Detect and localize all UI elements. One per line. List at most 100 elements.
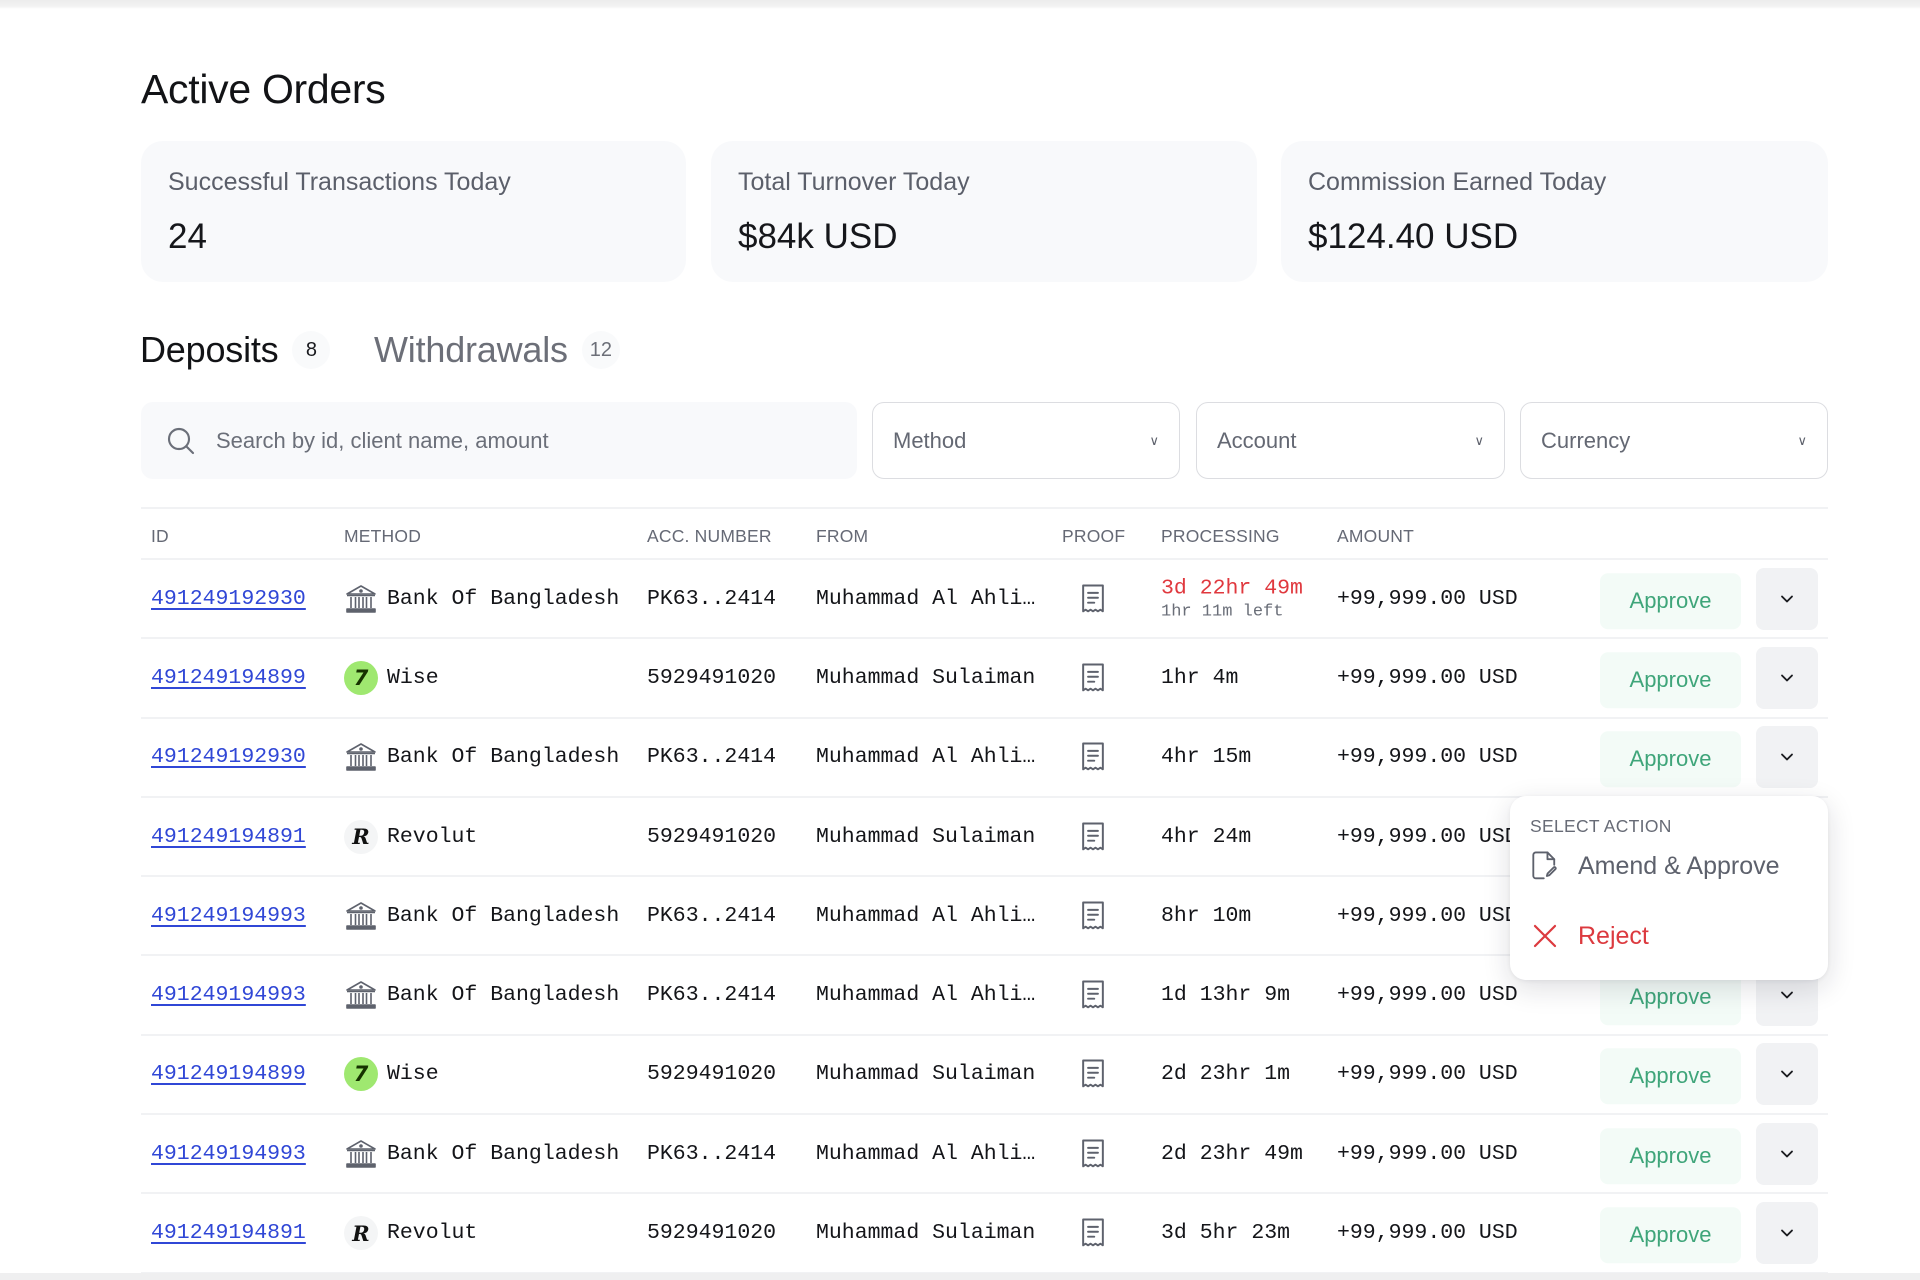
order-id-link[interactable]: 491249192930 xyxy=(151,587,306,611)
approve-button[interactable]: Approve xyxy=(1600,1207,1741,1264)
processing-time-left: 1hr 11m left xyxy=(1161,602,1284,622)
column-header-method: METHOD xyxy=(344,526,422,546)
tab-label: Deposits xyxy=(140,329,279,370)
method-name: Bank Of Bangladesh xyxy=(387,586,620,611)
order-id-link[interactable]: 491249194993 xyxy=(151,983,306,1007)
order-id-link[interactable]: 491249194993 xyxy=(151,1142,306,1166)
stat-card-commission-earned: Commission Earned Today $124.40 USD xyxy=(1281,141,1828,282)
processing-time: 1hr 4m xyxy=(1161,665,1239,690)
chevron-down-icon: ∨ xyxy=(1149,432,1159,448)
receipt-icon[interactable] xyxy=(1078,583,1108,615)
order-id-link[interactable]: 491249194993 xyxy=(151,904,306,928)
wise-icon: 7 xyxy=(344,660,378,695)
amend-approve-menu-item[interactable]: Amend & Approve xyxy=(1530,850,1780,882)
table-row: 491249194993 Bank Of Bangladesh PK63..2414… xyxy=(141,1115,1828,1195)
order-id-link[interactable]: 491249194899 xyxy=(151,1062,306,1086)
method-filter-select[interactable]: Method ∨ xyxy=(872,402,1180,479)
tab-withdrawals[interactable]: Withdrawals 12 xyxy=(374,329,620,371)
currency-filter-select[interactable]: Currency ∨ xyxy=(1520,402,1828,479)
revolut-icon: R xyxy=(344,1216,378,1251)
processing-cell: 4hr 24m xyxy=(1161,825,1251,849)
receipt-icon[interactable] xyxy=(1078,821,1108,853)
method-name: Revolut xyxy=(387,824,478,849)
chevron-down-icon xyxy=(1777,1064,1797,1084)
processing-cell: 8hr 10m xyxy=(1161,904,1251,928)
approve-button[interactable]: Approve xyxy=(1600,1127,1741,1184)
search-input[interactable] xyxy=(216,427,856,454)
amount: +99,999.00 USD xyxy=(1337,665,1518,690)
column-header-acc-number: ACC. NUMBER xyxy=(647,526,772,546)
more-actions-button[interactable] xyxy=(1756,1202,1818,1265)
account-number: 5929491020 xyxy=(647,1062,777,1087)
table-row: 491249194899 7 Wise 5929491020 Muhammad Sula… xyxy=(141,639,1828,719)
processing-time: 2d 23hr 49m xyxy=(1161,1141,1303,1166)
menu-title: SELECT ACTION xyxy=(1530,816,1672,836)
from-name: Muhammad Al Ahli… xyxy=(816,745,1036,770)
chevron-down-icon xyxy=(1777,1144,1797,1164)
chevron-down-icon xyxy=(1777,747,1797,767)
method-name: Bank Of Bangladesh xyxy=(387,903,620,928)
amount: +99,999.00 USD xyxy=(1337,586,1518,611)
table-row: 491249194891 R Revolut 5929491020 Muhammad S… xyxy=(141,1194,1828,1274)
stat-label: Commission Earned Today xyxy=(1308,168,1607,196)
filter-label: Currency xyxy=(1541,427,1631,453)
account-number: PK63..2414 xyxy=(647,1141,777,1166)
filter-label: Account xyxy=(1217,427,1297,453)
table-row: 491249194899 7 Wise 5929491020 Muhammad Sula… xyxy=(141,1036,1828,1116)
approve-button[interactable]: Approve xyxy=(1600,731,1741,788)
row-action-menu: SELECT ACTION Amend & Approve Reject xyxy=(1510,796,1828,980)
receipt-icon[interactable] xyxy=(1078,1138,1108,1170)
revolut-icon: R xyxy=(344,819,378,854)
method-name: Bank Of Bangladesh xyxy=(387,983,620,1008)
more-actions-button[interactable] xyxy=(1756,1043,1818,1106)
tab-label: Withdrawals xyxy=(374,329,568,370)
from-name: Muhammad Sulaiman xyxy=(816,665,1036,690)
method-name: Bank Of Bangladesh xyxy=(387,745,620,770)
column-header-amount: AMOUNT xyxy=(1337,526,1415,546)
reject-menu-item[interactable]: Reject xyxy=(1530,921,1649,951)
account-number: 5929491020 xyxy=(647,824,777,849)
processing-time: 8hr 10m xyxy=(1161,903,1252,928)
order-id-link[interactable]: 491249194899 xyxy=(151,666,306,690)
wise-icon: 7 xyxy=(344,1057,378,1092)
from-name: Muhammad Sulaiman xyxy=(816,1062,1036,1087)
more-actions-button[interactable] xyxy=(1756,1122,1818,1185)
filter-label: Method xyxy=(893,427,967,453)
table-row: 491249192930 Bank Of Bangladesh PK63..2414… xyxy=(141,560,1828,640)
receipt-icon[interactable] xyxy=(1078,741,1108,773)
amount: +99,999.00 USD xyxy=(1337,824,1518,849)
method-cell: Bank Of Bangladesh xyxy=(344,899,619,933)
order-id-link[interactable]: 491249194891 xyxy=(151,825,306,849)
chevron-down-icon xyxy=(1777,985,1797,1005)
approve-button[interactable]: Approve xyxy=(1600,1048,1741,1105)
order-id-link[interactable]: 491249192930 xyxy=(151,745,306,769)
receipt-icon[interactable] xyxy=(1078,979,1108,1011)
more-actions-button[interactable] xyxy=(1756,646,1818,709)
method-name: Bank Of Bangladesh xyxy=(387,1141,620,1166)
receipt-icon[interactable] xyxy=(1078,1058,1108,1090)
more-actions-button[interactable] xyxy=(1756,567,1818,630)
from-name: Muhammad Sulaiman xyxy=(816,824,1036,849)
processing-time: 4hr 15m xyxy=(1161,745,1252,770)
account-filter-select[interactable]: Account ∨ xyxy=(1196,402,1505,479)
chevron-down-icon xyxy=(1777,1223,1797,1243)
receipt-icon[interactable] xyxy=(1078,662,1108,694)
stat-value: $124.40 USD xyxy=(1308,217,1519,256)
processing-cell: 1d 13hr 9m xyxy=(1161,983,1290,1007)
order-id-link[interactable]: 491249194891 xyxy=(151,1221,306,1245)
approve-button[interactable]: Approve xyxy=(1600,652,1741,709)
column-header-from: FROM xyxy=(816,526,869,546)
bank-icon xyxy=(344,582,378,616)
receipt-icon[interactable] xyxy=(1078,1217,1108,1249)
amount: +99,999.00 USD xyxy=(1337,983,1518,1008)
approve-button[interactable]: Approve xyxy=(1600,572,1741,629)
processing-cell: 2d 23hr 49m xyxy=(1161,1142,1303,1166)
amount: +99,999.00 USD xyxy=(1337,1221,1518,1246)
receipt-icon[interactable] xyxy=(1078,900,1108,932)
tab-deposits[interactable]: Deposits 8 xyxy=(140,329,331,371)
more-actions-button[interactable] xyxy=(1756,726,1818,789)
processing-cell: 3d 22hr 49m 1hr 11m left xyxy=(1161,576,1303,621)
bank-icon xyxy=(344,899,378,933)
menu-item-label: Reject xyxy=(1578,921,1649,950)
from-name: Muhammad Sulaiman xyxy=(816,1221,1036,1246)
